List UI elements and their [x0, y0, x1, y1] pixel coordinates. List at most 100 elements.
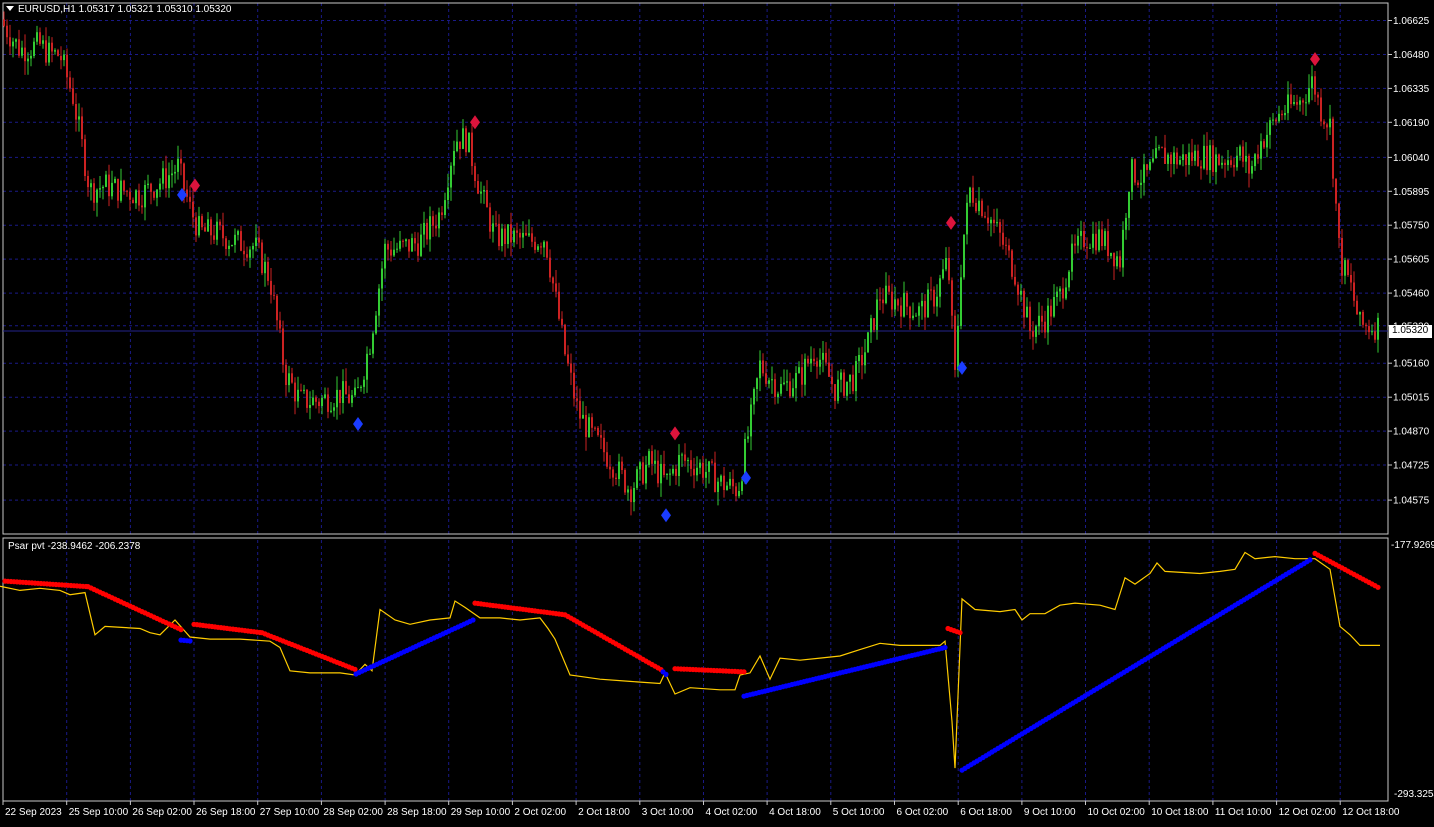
candle-body — [1314, 76, 1316, 95]
candle-body — [864, 352, 866, 366]
candle-body — [75, 104, 77, 120]
candle-body — [1254, 154, 1256, 167]
candle-body — [822, 352, 824, 360]
candle-body — [357, 387, 359, 389]
candle-body — [117, 178, 119, 201]
candle-body — [51, 42, 53, 52]
candle-body — [144, 185, 146, 208]
candle-body — [1059, 288, 1061, 292]
candle-body — [612, 469, 614, 478]
current-price-label: 1.05320 — [1392, 325, 1429, 336]
candle-body — [96, 189, 98, 203]
candle-body — [1302, 100, 1304, 103]
candle-body — [1200, 166, 1202, 169]
candle-body — [555, 283, 557, 292]
candle-body — [651, 451, 653, 464]
candle-body — [492, 223, 494, 232]
candle-body — [1272, 119, 1274, 121]
candle-body — [1014, 276, 1016, 285]
candle-body — [1221, 162, 1223, 165]
time-tick-label: 10 Oct 02:00 — [1088, 807, 1146, 818]
candle-body — [1365, 324, 1367, 327]
candle-body — [594, 427, 596, 429]
candle-body — [315, 397, 317, 402]
candle-body — [906, 292, 908, 307]
buy-signal-diamond — [353, 417, 363, 432]
candle-body — [1251, 166, 1253, 174]
time-axis[interactable]: 22 Sep 2023 25 Sep 10:00 26 Sep 02:00 26 Se… — [2, 801, 1400, 818]
candle-body — [318, 401, 320, 406]
psar-dot-bull — [1307, 557, 1313, 563]
indicator-scale-top: -177.9269 — [1391, 540, 1434, 551]
candle-body — [891, 291, 893, 310]
collapse-triangle-icon[interactable] — [6, 6, 14, 11]
psar-dot-bear — [1375, 584, 1381, 590]
candle-body — [1206, 145, 1208, 171]
chart-canvas[interactable]: 1.06625 1.06480 1.06335 1.06190 1.06040 1.058… — [0, 0, 1434, 823]
candle-body — [1266, 134, 1268, 148]
candle-body — [1071, 243, 1073, 272]
candle-body — [48, 42, 50, 63]
candle-body — [1125, 217, 1127, 230]
candle-body — [192, 201, 194, 218]
candle-body — [825, 352, 827, 363]
sell-signal-diamond — [946, 215, 956, 230]
price-scale[interactable]: 1.06625 1.06480 1.06335 1.06190 1.06040 1.058… — [1388, 16, 1430, 507]
candle-body — [1164, 147, 1166, 164]
candle-body — [552, 277, 554, 284]
candle-body — [1320, 97, 1322, 122]
candle-body — [1023, 290, 1025, 318]
candle-body — [150, 183, 152, 192]
candle-body — [765, 373, 767, 384]
candle-body — [465, 128, 467, 153]
candle-body — [810, 358, 812, 364]
time-tick-label: 6 Oct 18:00 — [960, 807, 1012, 818]
candle-body — [141, 205, 143, 208]
candle-body — [1191, 152, 1193, 161]
candle-body — [1323, 121, 1325, 125]
candle-body — [1230, 160, 1232, 165]
candle-body — [342, 381, 344, 403]
candle-body — [1095, 233, 1097, 251]
candle-body — [675, 468, 677, 476]
candle-body — [1137, 182, 1139, 185]
time-tick-label: 11 Oct 10:00 — [1215, 807, 1272, 818]
time-tick-label: 29 Sep 10:00 — [451, 807, 511, 818]
candle-body — [888, 285, 890, 292]
candle-body — [348, 394, 350, 403]
candle-body — [1179, 160, 1181, 165]
price-tick-label: 1.06040 — [1393, 153, 1430, 164]
candle-body — [1029, 306, 1031, 332]
candle-body — [228, 245, 230, 249]
candle-body — [750, 404, 752, 437]
candlestick-series[interactable] — [3, 11, 1379, 516]
candle-body — [828, 362, 830, 377]
candle-body — [645, 464, 647, 484]
candle-body — [303, 389, 305, 391]
candle-body — [171, 173, 173, 176]
chart-header[interactable]: EURUSD,H1 1.05317 1.05321 1.05310 1.0532… — [6, 4, 232, 15]
candle-body — [42, 40, 44, 44]
candle-body — [1017, 284, 1019, 295]
candle-body — [933, 289, 935, 307]
time-tick-label: 12 Oct 02:00 — [1279, 807, 1337, 818]
candle-body — [600, 435, 602, 438]
candle-body — [816, 361, 818, 367]
candle-body — [138, 190, 140, 206]
candle-body — [615, 477, 617, 479]
metatrader-chart-window[interactable]: 1.06625 1.06480 1.06335 1.06190 1.06040 1.058… — [0, 0, 1434, 823]
candle-body — [537, 246, 539, 250]
candle-body — [462, 128, 464, 149]
candle-body — [837, 379, 839, 401]
time-tick-label: 2 Oct 02:00 — [514, 807, 566, 818]
candle-body — [1032, 331, 1034, 337]
candle-body — [1317, 94, 1319, 98]
candle-body — [201, 216, 203, 228]
candle-body — [429, 216, 431, 240]
price-tick-label: 1.04870 — [1393, 427, 1430, 438]
candle-body — [1227, 160, 1229, 165]
candle-body — [1284, 113, 1286, 116]
candle-body — [453, 151, 455, 166]
candle-body — [783, 382, 785, 384]
candle-body — [321, 398, 323, 406]
